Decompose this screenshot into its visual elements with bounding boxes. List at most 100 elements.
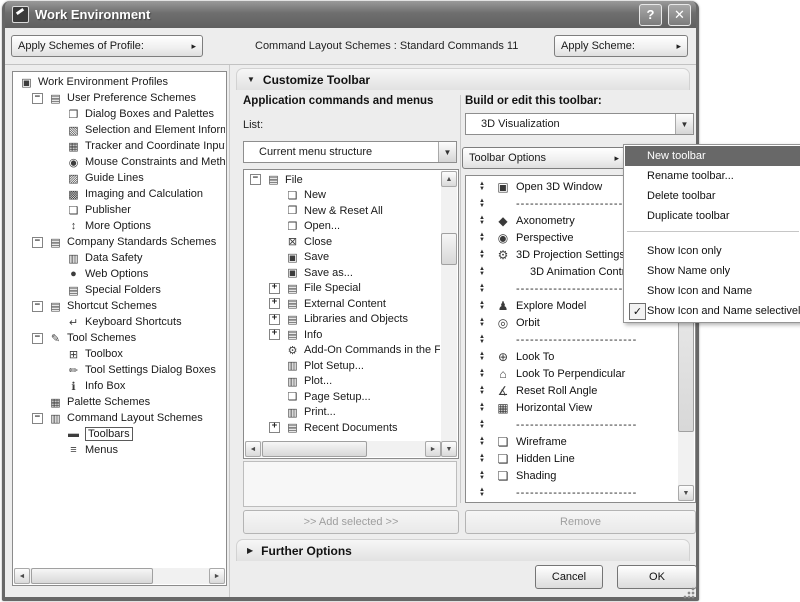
- remove-button[interactable]: Remove: [465, 510, 696, 534]
- tree-item-save-as[interactable]: ▣Save as...: [246, 265, 440, 281]
- drag-handle-icon[interactable]: ▲▼: [474, 301, 490, 311]
- tree-item-tool-schemes[interactable]: −✎Tool Schemes: [14, 330, 225, 346]
- toolbar-select-combo[interactable]: 3D Visualization ▼: [465, 113, 694, 135]
- drag-handle-icon[interactable]: ▲▼: [474, 182, 490, 192]
- toolbar-separator-row[interactable]: ▲▼--------------------------: [467, 416, 677, 433]
- drag-handle-icon[interactable]: ▲▼: [474, 335, 490, 345]
- tree-item-toolbars[interactable]: ▬Toolbars: [14, 426, 225, 442]
- expand-box-icon[interactable]: +: [269, 422, 280, 433]
- tree-item-save[interactable]: ▣Save: [246, 250, 440, 266]
- ok-button[interactable]: OK: [617, 565, 697, 589]
- toolbar-options-button[interactable]: Toolbar Options ▸: [462, 147, 626, 169]
- drag-handle-icon[interactable]: ▲▼: [474, 403, 490, 413]
- close-button[interactable]: ✕: [668, 4, 691, 26]
- scroll-down-button[interactable]: ▼: [441, 441, 457, 457]
- tree-item-info-box[interactable]: ℹInfo Box: [14, 378, 225, 394]
- tree-item-palette-schemes[interactable]: ▦Palette Schemes: [14, 394, 225, 410]
- drag-handle-icon[interactable]: ▲▼: [474, 267, 490, 277]
- tree-item-guide-lines[interactable]: ▨Guide Lines: [14, 170, 225, 186]
- drag-handle-icon[interactable]: ▲▼: [474, 318, 490, 328]
- scrollbar-thumb[interactable]: [441, 233, 457, 265]
- toolbar-item-shading[interactable]: ▲▼❏Shading: [467, 467, 677, 484]
- tree-item-selection-and-element-information[interactable]: ▧Selection and Element Information: [14, 122, 225, 138]
- resize-grip[interactable]: [683, 587, 695, 599]
- scroll-up-button[interactable]: ▲: [441, 171, 457, 187]
- commands-tree-vertical-scrollbar[interactable]: ▲ ▼: [441, 171, 457, 457]
- drag-handle-icon[interactable]: ▲▼: [474, 471, 490, 481]
- toolbar-item-wireframe[interactable]: ▲▼❏Wireframe: [467, 433, 677, 450]
- tree-item-plot-setup[interactable]: ▥Plot Setup...: [246, 358, 440, 374]
- drag-handle-icon[interactable]: ▲▼: [474, 352, 490, 362]
- further-options-section-header[interactable]: ▶ Further Options: [236, 539, 690, 561]
- add-selected-button[interactable]: >> Add selected >>: [243, 510, 459, 534]
- toolbar-item-horizontal-view[interactable]: ▲▼▦Horizontal View: [467, 399, 677, 416]
- tree-item-mouse-constraints-and-methods[interactable]: ◉Mouse Constraints and Methods: [14, 154, 225, 170]
- help-button[interactable]: ?: [639, 4, 662, 26]
- customize-toolbar-section-header[interactable]: ▼ Customize Toolbar: [236, 68, 690, 90]
- toolbar-item-reset-roll-angle[interactable]: ▲▼∡Reset Roll Angle: [467, 382, 677, 399]
- apply-scheme-button[interactable]: Apply Scheme: ▸: [554, 35, 688, 57]
- titlebar[interactable]: Work Environment ? ✕: [5, 1, 696, 28]
- tree-item-publisher[interactable]: ❏Publisher: [14, 202, 225, 218]
- tree-item-recent-documents[interactable]: +▤Recent Documents: [246, 420, 440, 436]
- tree-item-new-reset-all[interactable]: ❐New & Reset All: [246, 203, 440, 219]
- drag-handle-icon[interactable]: ▲▼: [474, 386, 490, 396]
- collapse-box-icon[interactable]: −: [250, 174, 261, 185]
- drag-handle-icon[interactable]: ▲▼: [474, 437, 490, 447]
- scroll-left-button[interactable]: ◄: [14, 568, 30, 584]
- expand-box-icon[interactable]: +: [269, 314, 280, 325]
- tree-item-new[interactable]: ❏New: [246, 188, 440, 204]
- apply-schemes-of-profile-button[interactable]: Apply Schemes of Profile: ▸: [11, 35, 203, 57]
- tree-item-imaging-and-calculation[interactable]: ▩Imaging and Calculation: [14, 186, 225, 202]
- tree-item-plot[interactable]: ▥Plot...: [246, 374, 440, 390]
- tree-item-page-setup[interactable]: ❏Page Setup...: [246, 389, 440, 405]
- scrollbar-thumb[interactable]: [31, 568, 153, 584]
- tree-item-print[interactable]: ▥Print...: [246, 405, 440, 421]
- tree-item-work-environment-profiles[interactable]: ▣Work Environment Profiles: [14, 74, 225, 90]
- menu-item-show-icon-and-name[interactable]: Show Icon and Name: [625, 281, 800, 301]
- tree-item-toolbox[interactable]: ⊞Toolbox: [14, 346, 225, 362]
- toolbar-item-hidden-line[interactable]: ▲▼❏Hidden Line: [467, 450, 677, 467]
- expand-box-icon[interactable]: +: [269, 298, 280, 309]
- scroll-right-button[interactable]: ►: [425, 441, 441, 457]
- drag-handle-icon[interactable]: ▲▼: [474, 233, 490, 243]
- drag-handle-icon[interactable]: ▲▼: [474, 250, 490, 260]
- drag-handle-icon[interactable]: ▲▼: [474, 488, 490, 498]
- left-tree-horizontal-scrollbar[interactable]: ◄ ►: [14, 568, 225, 584]
- drag-handle-icon[interactable]: ▲▼: [474, 216, 490, 226]
- scroll-right-button[interactable]: ►: [209, 568, 225, 584]
- tree-item-data-safety[interactable]: ▥Data Safety: [14, 250, 225, 266]
- collapse-box-icon[interactable]: −: [32, 413, 43, 424]
- menu-item-duplicate-toolbar[interactable]: Duplicate toolbar: [625, 206, 800, 226]
- tree-item-menus[interactable]: ≡Menus: [14, 442, 225, 458]
- tree-item-open[interactable]: ❒Open...: [246, 219, 440, 235]
- tree-item-company-standards-schemes[interactable]: −▤Company Standards Schemes: [14, 234, 225, 250]
- chevron-down-icon[interactable]: ▼: [675, 114, 693, 134]
- tree-item-shortcut-schemes[interactable]: −▤Shortcut Schemes: [14, 298, 225, 314]
- drag-handle-icon[interactable]: ▲▼: [474, 420, 490, 430]
- tree-item-dialog-boxes-and-palettes[interactable]: ❐Dialog Boxes and Palettes: [14, 106, 225, 122]
- menu-item-delete-toolbar[interactable]: Delete toolbar: [625, 186, 800, 206]
- collapse-box-icon[interactable]: −: [32, 93, 43, 104]
- tree-item-file-special[interactable]: +▤File Special: [246, 281, 440, 297]
- menu-item-show-icon-only[interactable]: Show Icon only: [625, 241, 800, 261]
- tree-item-tool-settings-dialog-boxes[interactable]: ✏Tool Settings Dialog Boxes: [14, 362, 225, 378]
- drag-handle-icon[interactable]: ▲▼: [474, 284, 490, 294]
- tree-item-tracker-and-coordinate-input[interactable]: ▦Tracker and Coordinate Input: [14, 138, 225, 154]
- cancel-button[interactable]: Cancel: [535, 565, 603, 589]
- menu-item-show-icon-and-name-selectively[interactable]: ✓Show Icon and Name selectively: [625, 301, 800, 321]
- commands-tree-horizontal-scrollbar[interactable]: ◄ ►: [245, 441, 441, 457]
- tree-item-close[interactable]: ⊠Close: [246, 234, 440, 250]
- chevron-down-icon[interactable]: ▼: [438, 142, 456, 162]
- scrollbar-thumb[interactable]: [262, 441, 367, 457]
- tree-item-info[interactable]: +▤Info: [246, 327, 440, 343]
- menu-item-rename-toolbar[interactable]: Rename toolbar...: [625, 166, 800, 186]
- tree-item-keyboard-shortcuts[interactable]: ↵Keyboard Shortcuts: [14, 314, 225, 330]
- drag-handle-icon[interactable]: ▲▼: [474, 199, 490, 209]
- collapse-box-icon[interactable]: −: [32, 333, 43, 344]
- tree-item-user-preference-schemes[interactable]: −▤User Preference Schemes: [14, 90, 225, 106]
- menu-item-show-name-only[interactable]: Show Name only: [625, 261, 800, 281]
- tree-item-special-folders[interactable]: ▤Special Folders: [14, 282, 225, 298]
- tree-item-libraries-and-objects[interactable]: +▤Libraries and Objects: [246, 312, 440, 328]
- tree-item-more-options[interactable]: ↕More Options: [14, 218, 225, 234]
